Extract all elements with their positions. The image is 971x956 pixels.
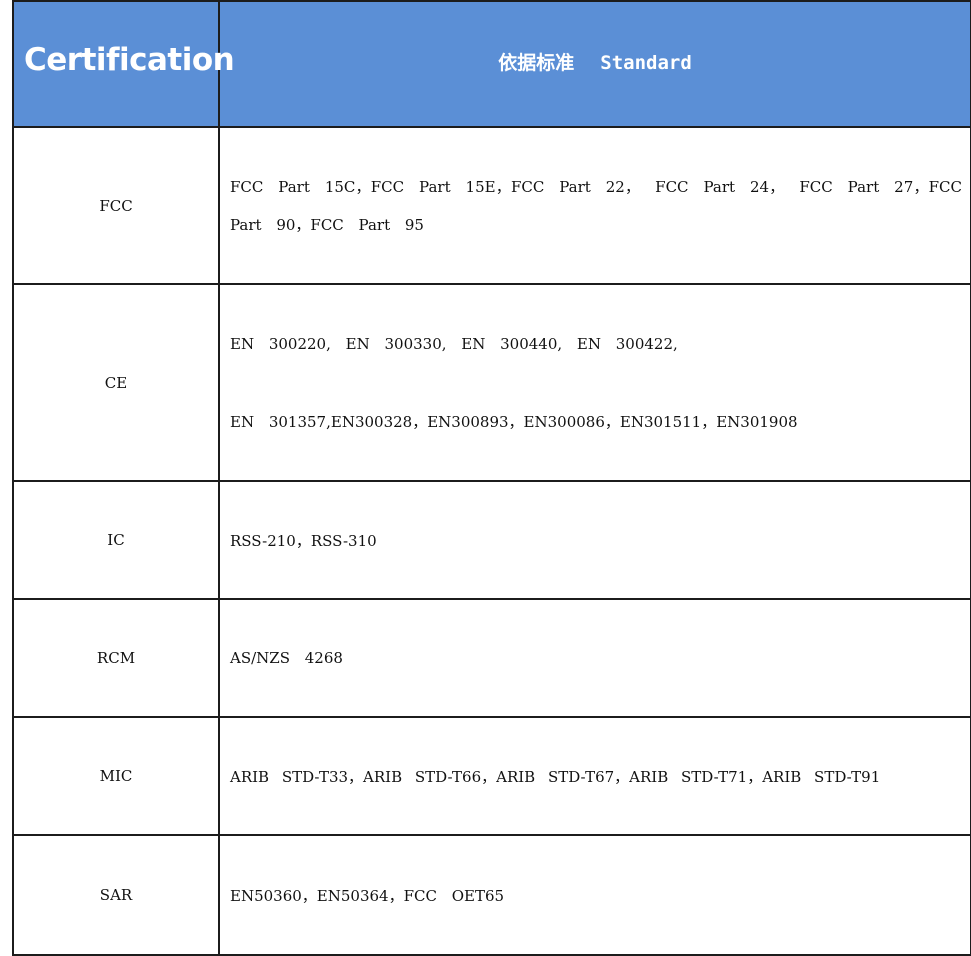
standard-text: RSS-210，RSS-310 — [230, 531, 377, 550]
table-row: IC RSS-210，RSS-310 — [12, 480, 971, 600]
certification-table: Certification 依据标准 Standard FCC FCC Part … — [12, 0, 971, 956]
certification-name: FCC — [12, 126, 220, 285]
table-header-row: Certification 依据标准 Standard — [12, 0, 971, 128]
standard-text: ARIB STD-T33，ARIB STD-T66，ARIB STD-T67，A… — [230, 767, 881, 786]
header-standard-cn: 依据标准 — [498, 51, 575, 74]
certification-name: CE — [12, 283, 220, 482]
standard-cell: RSS-210，RSS-310 — [218, 480, 971, 600]
standard-text: FCC Part 15C，FCC Part 15E，FCC Part 22， F… — [230, 177, 962, 234]
table-row: MIC ARIB STD-T33，ARIB STD-T66，ARIB STD-T… — [12, 716, 971, 836]
certification-name: MIC — [12, 716, 220, 836]
header-standard-en: Standard — [600, 51, 692, 74]
standard-text: EN 300220, EN 300330, EN 300440, EN 3004… — [230, 334, 678, 353]
table-row: RCM AS/NZS 4268 — [12, 598, 971, 718]
certification-name: SAR — [12, 834, 220, 956]
standard-cell: ARIB STD-T33，ARIB STD-T66，ARIB STD-T67，A… — [218, 716, 971, 836]
header-standard: 依据标准 Standard — [218, 0, 971, 128]
standard-text: EN50360，EN50364，FCC OET65 — [230, 886, 505, 905]
table-row: SAR EN50360，EN50364，FCC OET65 — [12, 834, 971, 956]
certification-name: RCM — [12, 598, 220, 718]
standard-cell: FCC Part 15C，FCC Part 15E，FCC Part 22， F… — [218, 126, 971, 285]
standard-text: AS/NZS 4268 — [230, 649, 343, 667]
standard-cell: AS/NZS 4268 — [218, 598, 971, 718]
standard-text: EN 301357,EN300328，EN300893，EN300086，EN3… — [230, 412, 798, 431]
table-row: CE EN 300220, EN 300330, EN 300440, EN 3… — [12, 283, 971, 482]
certification-name: IC — [12, 480, 220, 600]
standard-cell: EN 300220, EN 300330, EN 300440, EN 3004… — [218, 283, 971, 482]
header-certification: Certification — [12, 0, 235, 128]
table-row: FCC FCC Part 15C，FCC Part 15E，FCC Part 2… — [12, 126, 971, 285]
standard-cell: EN50360，EN50364，FCC OET65 — [218, 834, 971, 956]
